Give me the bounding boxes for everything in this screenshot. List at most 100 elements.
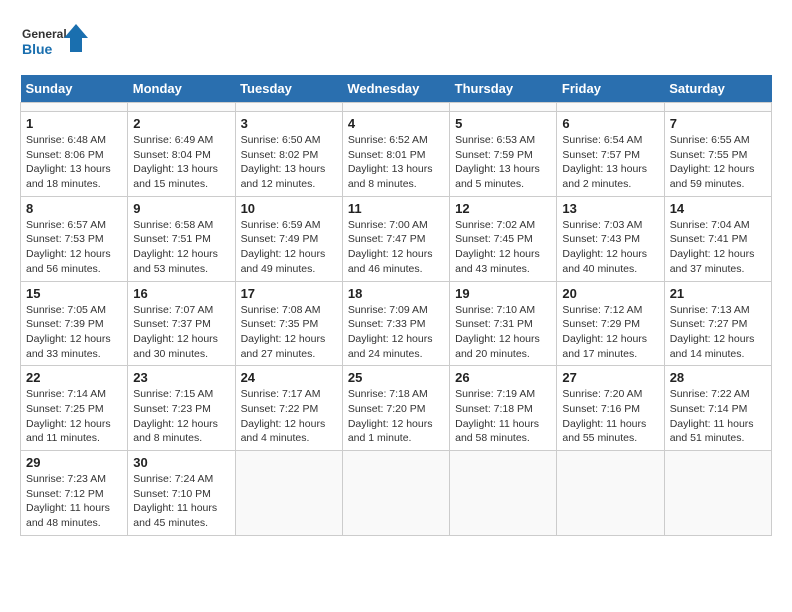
day-number: 18 <box>348 286 444 301</box>
day-detail: Sunrise: 7:00 AM Sunset: 7:47 PM Dayligh… <box>348 218 444 277</box>
col-header-saturday: Saturday <box>664 75 771 103</box>
day-number: 25 <box>348 370 444 385</box>
calendar-cell: 29Sunrise: 7:23 AM Sunset: 7:12 PM Dayli… <box>21 451 128 536</box>
calendar-cell: 20 Sunrise: 7:12 AM Sunset: 7:29 PM Dayli… <box>557 281 664 366</box>
calendar-cell: 1Sunrise: 6:48 AM Sunset: 8:06 PM Daylig… <box>21 112 128 197</box>
week-row-3: 8 Sunrise: 6:57 AM Sunset: 7:53 PM Daylig… <box>21 196 772 281</box>
day-detail: Sunrise: 6:57 AM Sunset: 7:53 PM Dayligh… <box>26 218 122 277</box>
calendar-cell: 12 Sunrise: 7:02 AM Sunset: 7:45 PM Dayli… <box>450 196 557 281</box>
day-detail: Sunrise: 7:07 AM Sunset: 7:37 PM Dayligh… <box>133 303 229 362</box>
day-number: 10 <box>241 201 337 216</box>
day-detail: Sunrise: 7:10 AM Sunset: 7:31 PM Dayligh… <box>455 303 551 362</box>
calendar-cell <box>557 451 664 536</box>
calendar-cell: 15 Sunrise: 7:05 AM Sunset: 7:39 PM Dayli… <box>21 281 128 366</box>
week-row-6: 29Sunrise: 7:23 AM Sunset: 7:12 PM Dayli… <box>21 451 772 536</box>
day-detail: Sunrise: 6:50 AM Sunset: 8:02 PM Dayligh… <box>241 133 337 192</box>
day-number: 23 <box>133 370 229 385</box>
day-detail: Sunrise: 7:19 AM Sunset: 7:18 PM Dayligh… <box>455 387 551 446</box>
day-number: 1 <box>26 116 122 131</box>
day-detail: Sunrise: 7:24 AM Sunset: 7:10 PM Dayligh… <box>133 472 229 531</box>
calendar-cell: 8 Sunrise: 6:57 AM Sunset: 7:53 PM Daylig… <box>21 196 128 281</box>
day-detail: Sunrise: 6:54 AM Sunset: 7:57 PM Dayligh… <box>562 133 658 192</box>
calendar-cell: 14 Sunrise: 7:04 AM Sunset: 7:41 PM Dayli… <box>664 196 771 281</box>
day-number: 27 <box>562 370 658 385</box>
day-number: 3 <box>241 116 337 131</box>
day-number: 6 <box>562 116 658 131</box>
day-detail: Sunrise: 7:04 AM Sunset: 7:41 PM Dayligh… <box>670 218 766 277</box>
calendar-cell: 30 Sunrise: 7:24 AM Sunset: 7:10 PM Dayli… <box>128 451 235 536</box>
calendar-cell: 23 Sunrise: 7:15 AM Sunset: 7:23 PM Dayli… <box>128 366 235 451</box>
day-number: 29 <box>26 455 122 470</box>
calendar-cell: 4 Sunrise: 6:52 AM Sunset: 8:01 PM Daylig… <box>342 112 449 197</box>
day-number: 11 <box>348 201 444 216</box>
calendar-cell: 13Sunrise: 7:03 AM Sunset: 7:43 PM Dayli… <box>557 196 664 281</box>
day-detail: Sunrise: 7:05 AM Sunset: 7:39 PM Dayligh… <box>26 303 122 362</box>
day-detail: Sunrise: 7:13 AM Sunset: 7:27 PM Dayligh… <box>670 303 766 362</box>
day-number: 26 <box>455 370 551 385</box>
calendar-cell <box>557 103 664 112</box>
week-row-1 <box>21 103 772 112</box>
calendar-cell: 6 Sunrise: 6:54 AM Sunset: 7:57 PM Daylig… <box>557 112 664 197</box>
day-number: 13 <box>562 201 658 216</box>
day-detail: Sunrise: 7:22 AM Sunset: 7:14 PM Dayligh… <box>670 387 766 446</box>
day-detail: Sunrise: 7:14 AM Sunset: 7:25 PM Dayligh… <box>26 387 122 446</box>
day-detail: Sunrise: 6:53 AM Sunset: 7:59 PM Dayligh… <box>455 133 551 192</box>
calendar-cell <box>235 451 342 536</box>
day-number: 4 <box>348 116 444 131</box>
calendar-cell: 16 Sunrise: 7:07 AM Sunset: 7:37 PM Dayli… <box>128 281 235 366</box>
col-header-sunday: Sunday <box>21 75 128 103</box>
col-header-monday: Monday <box>128 75 235 103</box>
day-detail: Sunrise: 6:52 AM Sunset: 8:01 PM Dayligh… <box>348 133 444 192</box>
calendar-cell: 25Sunrise: 7:18 AM Sunset: 7:20 PM Dayli… <box>342 366 449 451</box>
day-number: 17 <box>241 286 337 301</box>
day-number: 14 <box>670 201 766 216</box>
day-number: 5 <box>455 116 551 131</box>
week-row-4: 15 Sunrise: 7:05 AM Sunset: 7:39 PM Dayli… <box>21 281 772 366</box>
calendar-cell <box>450 451 557 536</box>
col-header-tuesday: Tuesday <box>235 75 342 103</box>
day-number: 16 <box>133 286 229 301</box>
day-detail: Sunrise: 6:49 AM Sunset: 8:04 PM Dayligh… <box>133 133 229 192</box>
logo-svg: General Blue <box>20 20 90 65</box>
calendar-table: SundayMondayTuesdayWednesdayThursdayFrid… <box>20 75 772 536</box>
day-detail: Sunrise: 7:20 AM Sunset: 7:16 PM Dayligh… <box>562 387 658 446</box>
calendar-cell: 28 Sunrise: 7:22 AM Sunset: 7:14 PM Dayli… <box>664 366 771 451</box>
day-number: 28 <box>670 370 766 385</box>
week-row-5: 22 Sunrise: 7:14 AM Sunset: 7:25 PM Dayli… <box>21 366 772 451</box>
day-number: 12 <box>455 201 551 216</box>
calendar-cell: 17Sunrise: 7:08 AM Sunset: 7:35 PM Dayli… <box>235 281 342 366</box>
calendar-cell: 22 Sunrise: 7:14 AM Sunset: 7:25 PM Dayli… <box>21 366 128 451</box>
day-detail: Sunrise: 7:09 AM Sunset: 7:33 PM Dayligh… <box>348 303 444 362</box>
calendar-cell <box>342 451 449 536</box>
day-number: 15 <box>26 286 122 301</box>
col-header-thursday: Thursday <box>450 75 557 103</box>
day-number: 2 <box>133 116 229 131</box>
day-number: 24 <box>241 370 337 385</box>
calendar-cell <box>342 103 449 112</box>
day-detail: Sunrise: 7:12 AM Sunset: 7:29 PM Dayligh… <box>562 303 658 362</box>
calendar-cell: 26 Sunrise: 7:19 AM Sunset: 7:18 PM Dayli… <box>450 366 557 451</box>
calendar-cell <box>235 103 342 112</box>
day-number: 22 <box>26 370 122 385</box>
calendar-cell <box>128 103 235 112</box>
svg-text:General: General <box>22 27 67 41</box>
calendar-cell: 24Sunrise: 7:17 AM Sunset: 7:22 PM Dayli… <box>235 366 342 451</box>
day-detail: Sunrise: 6:59 AM Sunset: 7:49 PM Dayligh… <box>241 218 337 277</box>
day-number: 7 <box>670 116 766 131</box>
day-number: 9 <box>133 201 229 216</box>
calendar-cell: 2 Sunrise: 6:49 AM Sunset: 8:04 PM Daylig… <box>128 112 235 197</box>
day-number: 8 <box>26 201 122 216</box>
calendar-cell <box>664 103 771 112</box>
calendar-cell: 27 Sunrise: 7:20 AM Sunset: 7:16 PM Dayli… <box>557 366 664 451</box>
calendar-cell: 7 Sunrise: 6:55 AM Sunset: 7:55 PM Daylig… <box>664 112 771 197</box>
header: General Blue <box>20 20 772 65</box>
day-detail: Sunrise: 6:58 AM Sunset: 7:51 PM Dayligh… <box>133 218 229 277</box>
day-number: 20 <box>562 286 658 301</box>
day-detail: Sunrise: 7:02 AM Sunset: 7:45 PM Dayligh… <box>455 218 551 277</box>
day-detail: Sunrise: 6:55 AM Sunset: 7:55 PM Dayligh… <box>670 133 766 192</box>
day-detail: Sunrise: 7:15 AM Sunset: 7:23 PM Dayligh… <box>133 387 229 446</box>
calendar-cell: 10 Sunrise: 6:59 AM Sunset: 7:49 PM Dayli… <box>235 196 342 281</box>
calendar-cell: 11 Sunrise: 7:00 AM Sunset: 7:47 PM Dayli… <box>342 196 449 281</box>
calendar-cell <box>450 103 557 112</box>
day-number: 30 <box>133 455 229 470</box>
